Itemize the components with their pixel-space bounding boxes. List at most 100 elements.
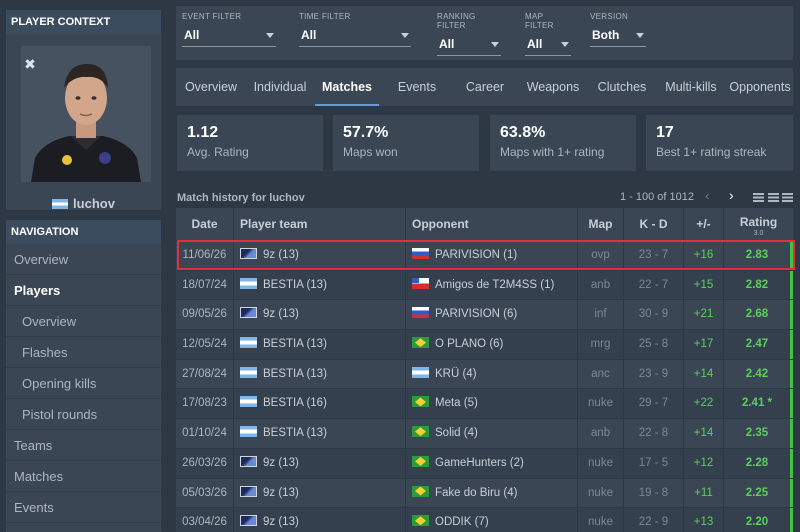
list-view-icon[interactable] [753,193,764,202]
cell-opponent-text: Solid (4) [435,427,478,440]
cell-player-team-text: BESTIA (13) [263,367,327,380]
cell-map: nuke [578,478,624,508]
cell-player-team: 9z (13) [234,300,406,330]
tab-multi-kills[interactable]: Multi-kills [662,68,720,106]
tab-events[interactable]: Events [388,68,446,106]
event-filter-label: EVENT FILTER [182,12,242,21]
tab-matches[interactable]: Matches [315,68,379,106]
br-flag-icon [412,515,429,527]
cell-rating-text: 2.47 [745,338,769,351]
cell-rating-text: 2.41 * [741,397,773,410]
table-view-icon[interactable] [782,193,793,202]
time-filter-select[interactable]: All [299,25,411,47]
cell-plus-minus: +22 [684,389,724,419]
table-row[interactable]: 01/10/24 BESTIA (13) Solid (4) anb 22 - 8 +14… [176,418,793,448]
col-player-team[interactable]: Player team [234,208,406,240]
col-date[interactable]: Date [176,208,234,240]
cell-rating-text: 2.20 [745,516,769,529]
chevron-down-icon [636,33,644,38]
cell-map: mrg [578,330,624,359]
cell-rating: 2.83 [724,241,793,270]
map-filter-select[interactable]: All [525,34,571,56]
table-row[interactable]: 12/05/24 BESTIA (13) O PLANO (6) mrg 25 - 8 +… [176,329,793,359]
nav-item-players[interactable]: Players [6,275,161,306]
nav-item-events[interactable]: Events [6,492,161,523]
close-icon[interactable]: ✖ [22,56,38,72]
nav-item-teams[interactable]: Teams [6,430,161,461]
player-context-header: PLAYER CONTEXT [6,10,161,34]
cell-map-text: nuke [588,456,613,469]
cell-player-team-text: 9z (13) [263,308,299,321]
event-filter-select[interactable]: All [182,25,276,47]
cell-player-team: 9z (13) [234,478,406,508]
ar-flag-icon [240,277,257,289]
nav-item-players-overview[interactable]: Overview [6,306,161,337]
table-row[interactable]: 27/08/24 BESTIA (13) KRÜ (4) anc 23 - 9 +14 2.… [176,358,793,389]
cell-rating: 2.25 [724,478,793,508]
compact-view-icon[interactable] [768,193,779,202]
cell-kd: 19 - 8 [624,478,684,508]
nav-item-matches[interactable]: Matches [6,461,161,492]
tab-opponents[interactable]: Opponents [728,68,792,106]
cell-rating-text: 2.42 [745,367,769,380]
tab-weapons[interactable]: Weapons [523,68,583,106]
col-rating[interactable]: Rating 3.0 [724,208,793,240]
tab-overview[interactable]: Overview [180,68,242,106]
cell-rating: 2.41 * [724,389,793,419]
cell-player-team: BESTIA (13) [234,359,406,389]
cell-map: anb [578,270,624,300]
col-opponent[interactable]: Opponent [406,208,578,240]
nav-item-flashes[interactable]: Flashes [6,337,161,368]
cell-player-team: BESTIA (16) [234,389,406,419]
col-map[interactable]: Map [578,208,624,240]
stat-maps-won: 57.7% Maps won [333,115,479,171]
ar-flag-icon [240,426,257,438]
cell-player-team: 9z (13) [234,241,406,270]
table-row[interactable]: 17/08/23 BESTIA (16) Meta (5) nuke 29 - 7 +22… [176,388,793,419]
cell-opponent-text: PARIVISION (6) [435,308,518,321]
cell-player-team-text: BESTIA (13) [263,278,327,291]
table-row[interactable]: 03/04/26 9z (13) ODDIK (7) nuke 22 - 9 +13 2.2… [176,507,793,532]
navigation-header: NAVIGATION [6,220,161,244]
nav-item-pistol-rounds[interactable]: Pistol rounds [6,399,161,430]
cell-plus-minus-text: +15 [693,278,714,291]
cell-date-text: 12/05/24 [182,338,227,351]
ranking-filter-label: RANKING FILTER [437,12,476,30]
ranking-filter-select[interactable]: All [437,34,501,56]
nav-item-opening-kills[interactable]: Opening kills [6,368,161,399]
cell-map: anc [578,359,624,389]
cell-opponent-text: Amigos de T2M4SS (1) [435,278,555,291]
tab-clutches[interactable]: Clutches [594,68,650,106]
version-filter-value: Both [592,28,620,42]
cell-kd-text: 30 - 9 [638,308,669,321]
cell-rating: 2.28 [724,448,793,478]
col-rating-label: Rating [739,215,778,229]
cell-kd-text: 17 - 5 [638,456,669,469]
cell-plus-minus: +14 [684,419,724,448]
table-row[interactable]: 09/05/26 9z (13) PARIVISION (6) inf 30 - 9 +2… [176,299,793,330]
filter-bar: EVENT FILTER All TIME FILTER All RANKING… [176,6,793,60]
tab-career[interactable]: Career [457,68,513,106]
br-flag-icon [412,455,429,467]
col-kd[interactable]: K - D [624,208,684,240]
nav-item-overview[interactable]: Overview [6,244,161,275]
tab-individual[interactable]: Individual [249,68,311,106]
table-row[interactable]: 18/07/24 BESTIA (13) Amigos de T2M4SS (1) a… [176,269,793,300]
table-row[interactable]: 11/06/26 9z (13) PARIVISION (1) ovp 23 - 7 +1… [176,240,793,270]
cell-map: anb [578,419,624,448]
cell-date-text: 11/06/26 [182,249,227,261]
ru-flag-icon [412,248,429,259]
col-plus-minus[interactable]: +/- [684,208,724,240]
version-filter-select[interactable]: Both [590,25,646,47]
ru-flag-icon [412,307,429,319]
cell-kd: 17 - 5 [624,448,684,478]
cell-plus-minus: +15 [684,270,724,300]
stat-value: 1.12 [187,124,219,141]
chevron-right-icon[interactable]: › [729,187,734,203]
cell-plus-minus-text: +17 [693,338,714,351]
chevron-left-icon[interactable]: ‹ [705,187,710,203]
cell-opponent-text: KRÜ (4) [435,367,477,380]
table-row[interactable]: 05/03/26 9z (13) Fake do Biru (4) nuke 19 - … [176,477,793,508]
pagination-info: 1 - 100 of 1012 [620,191,695,203]
table-row[interactable]: 26/03/26 9z (13) GameHunters (2) nuke 17 - 5… [176,447,793,478]
